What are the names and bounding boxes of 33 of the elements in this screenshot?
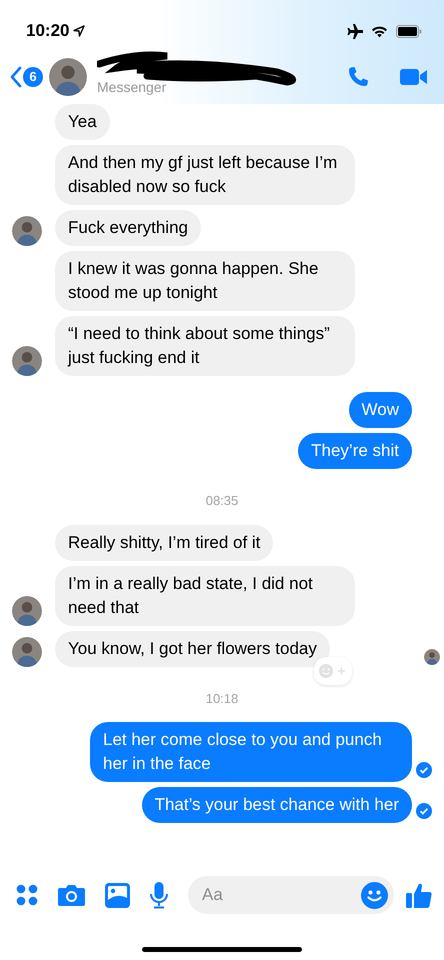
battery-icon [396, 24, 422, 38]
message-bubble: Fuck everything [55, 210, 201, 246]
timestamp: 08:35 [204, 492, 240, 510]
video-call-button[interactable] [400, 67, 428, 87]
message-bubble: Wow [348, 392, 412, 428]
status-time: 10:20 [26, 20, 70, 42]
message-bubble: And then my gf just left because I’m disabled now so fuck [55, 145, 355, 205]
apps-button[interactable] [16, 884, 38, 906]
timestamp: 10:18 [204, 690, 240, 708]
location-arrow-icon [73, 25, 86, 37]
wifi-icon [371, 24, 388, 38]
message-bubble: Let her come close to you and punch her in the face [90, 722, 412, 782]
message-bubble: “I need to think about some things” just fucking end it [55, 316, 355, 376]
message-bubble: Yea [55, 104, 110, 140]
message-bubble: That’s your best chance with her [142, 787, 412, 823]
emoji-button[interactable] [361, 882, 388, 908]
message-bubble: I knew it was gonna happen. She stood me up tonight [55, 251, 355, 311]
photo-button[interactable] [105, 882, 130, 908]
airplane-icon [346, 24, 363, 38]
call-button[interactable] [346, 65, 370, 89]
camera-button[interactable] [58, 883, 85, 907]
like-button[interactable] [406, 882, 432, 908]
unread-badge: 6 [23, 67, 43, 87]
smiley-plus-icon [318, 663, 348, 680]
chevron-icon [10, 66, 22, 88]
contact-subtitle: Messenger [97, 80, 168, 94]
message-bubble: I’m in a really bad state, I did not need that [55, 566, 355, 626]
microphone-button[interactable] [150, 882, 168, 908]
message-bubble: They’re shit [298, 433, 412, 469]
message-input[interactable]: Aa [188, 876, 394, 914]
back-button[interactable]: 6 [10, 66, 43, 88]
contact-avatar [49, 58, 87, 96]
message-bubble: Really shitty, I’m tired of it [55, 524, 274, 560]
